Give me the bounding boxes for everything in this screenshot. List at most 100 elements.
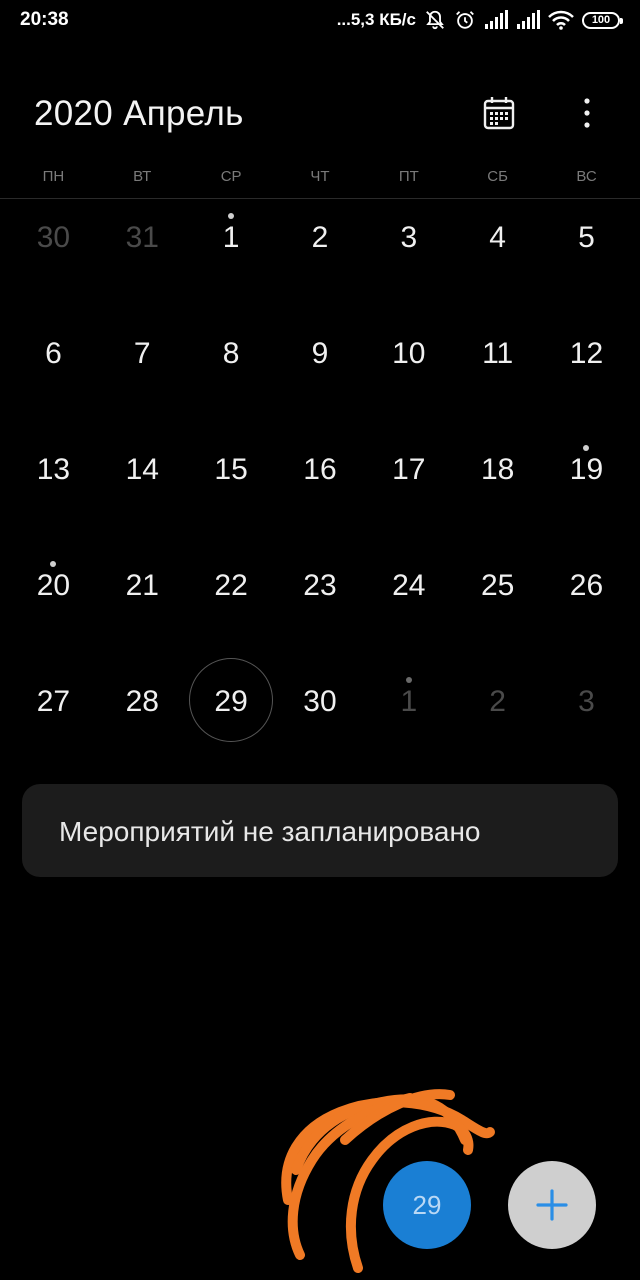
- day-cell-selected[interactable]: 29: [187, 644, 276, 760]
- day-number: 1: [222, 221, 240, 254]
- today-button-label: 29: [412, 1189, 442, 1220]
- network-speed: ...5,3 КБ/с: [336, 10, 416, 29]
- day-cell[interactable]: 20: [9, 528, 98, 644]
- day-number: 23: [303, 569, 337, 602]
- alarm-icon: [454, 9, 476, 31]
- today-button[interactable]: 29: [383, 1161, 471, 1249]
- day-cell[interactable]: 1: [187, 180, 276, 296]
- day-cell[interactable]: 2: [453, 644, 542, 760]
- day-cell[interactable]: 5: [542, 180, 631, 296]
- signal-icon: [484, 10, 508, 30]
- day-number: 30: [303, 685, 337, 718]
- day-number: 12: [569, 337, 604, 370]
- day-number: 3: [578, 685, 595, 718]
- event-indicator-dot: [405, 677, 412, 683]
- day-number: 27: [36, 685, 71, 718]
- day-cell[interactable]: 16: [276, 412, 365, 528]
- day-cell[interactable]: 25: [453, 528, 542, 644]
- month-title[interactable]: 2020 Апрель: [34, 94, 244, 134]
- day-number: 25: [480, 569, 515, 602]
- day-cell[interactable]: 15: [187, 412, 276, 528]
- day-cell[interactable]: 10: [364, 296, 453, 412]
- day-cell[interactable]: 3: [364, 180, 453, 296]
- status-icons: ...5,3 КБ/с 100: [336, 6, 623, 34]
- more-options-button[interactable]: [566, 92, 608, 134]
- week-row: 27 28 29 30 1 2 3: [9, 644, 631, 760]
- calendar-view-button[interactable]: [478, 92, 520, 134]
- day-cell[interactable]: 24: [364, 528, 453, 644]
- day-number: 13: [36, 453, 71, 486]
- day-number: 31: [125, 221, 159, 254]
- day-cell[interactable]: 2: [276, 180, 365, 296]
- day-number: 16: [303, 453, 337, 486]
- day-cell[interactable]: 27: [9, 644, 98, 760]
- day-number: 1: [400, 685, 418, 718]
- day-cell[interactable]: 30: [276, 644, 365, 760]
- wifi-icon: [548, 10, 574, 30]
- day-cell[interactable]: 17: [364, 412, 453, 528]
- day-cell[interactable]: 1: [364, 644, 453, 760]
- day-number: 18: [480, 453, 515, 486]
- more-vert-icon: [584, 98, 590, 128]
- day-number: 2: [311, 221, 329, 254]
- week-row: 30 31 1 2 3 4 5: [9, 180, 631, 296]
- event-indicator-dot: [228, 213, 235, 219]
- day-number: 9: [311, 337, 329, 370]
- day-number: 20: [36, 569, 71, 602]
- day-number: 21: [125, 569, 159, 602]
- events-card[interactable]: Мероприятий не запланировано: [22, 784, 618, 877]
- day-cell[interactable]: 7: [98, 296, 187, 412]
- calendar-icon: [483, 97, 515, 130]
- bell-muted-icon: [424, 9, 446, 31]
- no-events-message: Мероприятий не запланировано: [59, 816, 481, 847]
- plus-icon: [536, 1189, 568, 1221]
- day-number: 8: [222, 337, 240, 370]
- day-number: 19: [569, 453, 604, 486]
- status-bar: 20:38 ...5,3 КБ/с 100: [0, 0, 640, 40]
- day-cell[interactable]: 6: [9, 296, 98, 412]
- battery-level: 100: [591, 14, 611, 26]
- day-cell[interactable]: 9: [276, 296, 365, 412]
- day-number: 4: [489, 221, 506, 254]
- week-row: 13 14 15 16 17 18 19: [9, 412, 631, 528]
- day-cell[interactable]: 18: [453, 412, 542, 528]
- event-indicator-dot: [583, 445, 590, 451]
- day-cell[interactable]: 28: [98, 644, 187, 760]
- day-number: 11: [482, 337, 514, 370]
- day-number: 6: [45, 337, 62, 370]
- day-number: 2: [489, 685, 506, 718]
- event-indicator-dot: [50, 561, 57, 567]
- add-event-button[interactable]: [508, 1161, 596, 1249]
- day-number: 14: [125, 453, 159, 486]
- day-cell[interactable]: 4: [453, 180, 542, 296]
- day-cell[interactable]: 26: [542, 528, 631, 644]
- day-cell[interactable]: 14: [98, 412, 187, 528]
- day-number: 17: [392, 453, 426, 486]
- battery-icon: 100: [582, 11, 623, 29]
- day-number: 29: [214, 685, 248, 718]
- day-number: 24: [392, 569, 426, 602]
- day-cell[interactable]: 19: [542, 412, 631, 528]
- day-cell[interactable]: 8: [187, 296, 276, 412]
- day-cell[interactable]: 22: [187, 528, 276, 644]
- day-cell[interactable]: 30: [9, 180, 98, 296]
- day-cell[interactable]: 21: [98, 528, 187, 644]
- day-number: 28: [125, 685, 159, 718]
- day-cell[interactable]: 12: [542, 296, 631, 412]
- signal-icon: [516, 10, 540, 30]
- day-cell[interactable]: 31: [98, 180, 187, 296]
- week-row: 20 21 22 23 24 25 26: [9, 528, 631, 644]
- day-cell[interactable]: 23: [276, 528, 365, 644]
- calendar-header: 2020 Апрель: [0, 78, 640, 148]
- day-number: 15: [214, 453, 248, 486]
- day-number: 26: [569, 569, 604, 602]
- day-number: 7: [133, 337, 151, 370]
- month-grid: 30 31 1 2 3 4 5 6 7 8 9 10 11 12 13 14 15 16 17 18 19 20 21 22 2…: [9, 180, 631, 760]
- day-cell[interactable]: 11: [453, 296, 542, 412]
- status-time: 20:38: [20, 9, 69, 30]
- day-cell[interactable]: 13: [9, 412, 98, 528]
- day-number: 30: [36, 221, 71, 254]
- day-cell[interactable]: 3: [542, 644, 631, 760]
- day-number: 10: [392, 337, 426, 370]
- day-number: 22: [214, 569, 248, 602]
